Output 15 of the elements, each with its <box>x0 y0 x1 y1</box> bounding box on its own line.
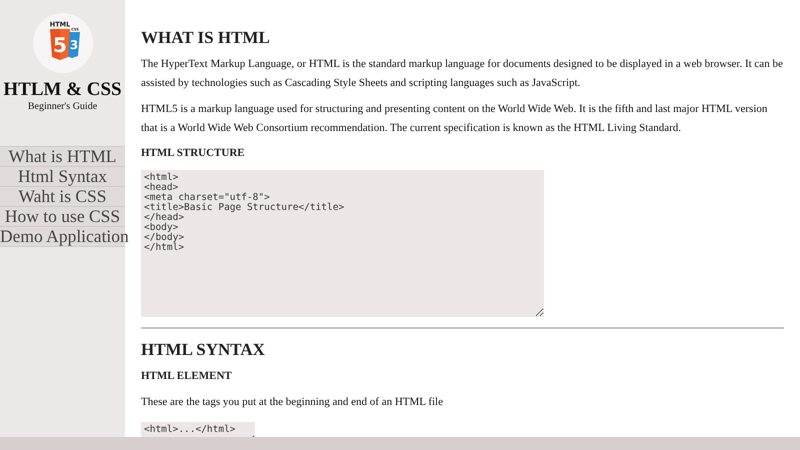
site-title: HTLM & CSS <box>3 79 122 101</box>
section-heading: WHAT IS HTML <box>141 27 271 49</box>
code-box[interactable]: <html> <head> <meta charset="utf-8"> <title>Basic Page Structure</title> </head> <body> </body> </html> <box>141 170 544 317</box>
subheading: HTML ELEMENT <box>141 369 233 383</box>
site-subtitle: Beginner's Guide <box>28 101 98 112</box>
code-box[interactable]: <html>...</html> <box>141 422 255 437</box>
subheading: HTML STRUCTURE <box>141 146 246 160</box>
nav-link[interactable]: Html Syntax <box>0 167 125 187</box>
nav-link[interactable]: How to use CSS <box>0 207 125 227</box>
nav-link[interactable]: Waht is CSS <box>0 187 125 207</box>
section-heading: HTML SYNTAX <box>141 339 266 361</box>
nav-link[interactable]: What is HTML <box>0 146 125 167</box>
paragraph: The HyperText Markup Language, or HTML is the standard markup language for documents designed to be displayed in a web browser. It can be assisted by technologies such as Cascading Style Sheets and scripting languages such as JavaScript. <box>141 57 784 91</box>
paragraph: HTML5 is a markup language used for structuring and presenting content on the World Wide Web. It is the fifth and last major HTML version that is a World Wide Web Consortium recommendation. The current specification is known as the HTML Living Standard. <box>141 102 768 136</box>
paragraph: These are the tags you put at the beginning and end of an HTML file <box>141 395 444 410</box>
